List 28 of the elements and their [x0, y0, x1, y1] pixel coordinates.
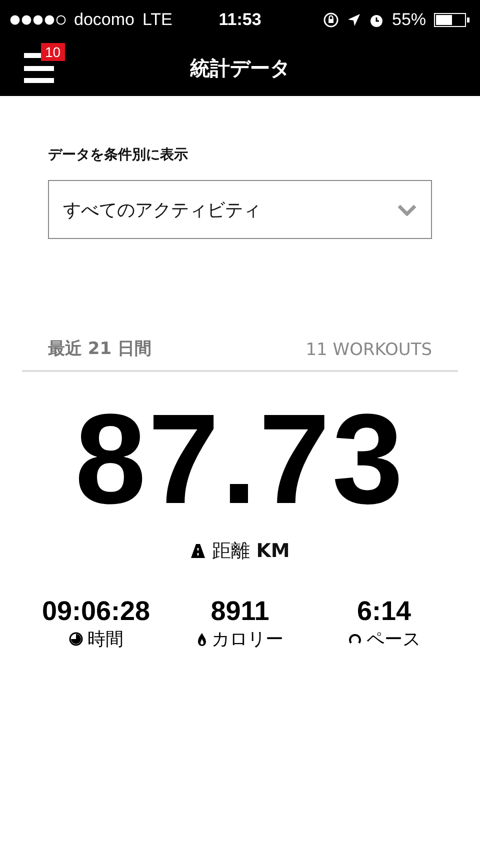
road-icon — [190, 543, 206, 559]
period-label: 最近 21 日間 — [48, 338, 152, 360]
signal-icon — [10, 15, 66, 25]
chevron-down-icon — [397, 204, 417, 216]
flame-icon — [196, 632, 206, 646]
distance-value: 87.73 — [74, 396, 406, 524]
rotation-lock-icon — [322, 12, 339, 28]
pace-icon — [348, 633, 362, 645]
location-icon — [346, 13, 361, 27]
screen-title: 統計データ — [190, 54, 290, 82]
stat-label: カロリー — [212, 628, 284, 651]
alarm-icon — [368, 12, 384, 28]
stat-label: ペース — [366, 628, 420, 651]
timer-icon — [68, 632, 82, 646]
stat-value: 09:06:28 — [42, 596, 150, 627]
battery-icon — [434, 13, 470, 27]
stat-value: 6:14 — [356, 596, 412, 627]
stat-value: 8911 — [210, 596, 270, 627]
stat-label: 時間 — [88, 628, 124, 651]
filter-label: データを条件別に表示 — [48, 146, 189, 164]
battery-text: 55% — [392, 10, 426, 30]
workout-count: 11 WORKOUTS — [306, 340, 432, 360]
status-time: 11:53 — [218, 10, 262, 30]
carrier-text: docomo — [74, 10, 134, 30]
distance-label: 距離 KM — [212, 539, 290, 564]
network-text: LTE — [142, 10, 172, 30]
activity-dropdown[interactable]: すべてのアクティビティ — [48, 180, 432, 239]
notification-badge: 10 — [41, 43, 65, 61]
